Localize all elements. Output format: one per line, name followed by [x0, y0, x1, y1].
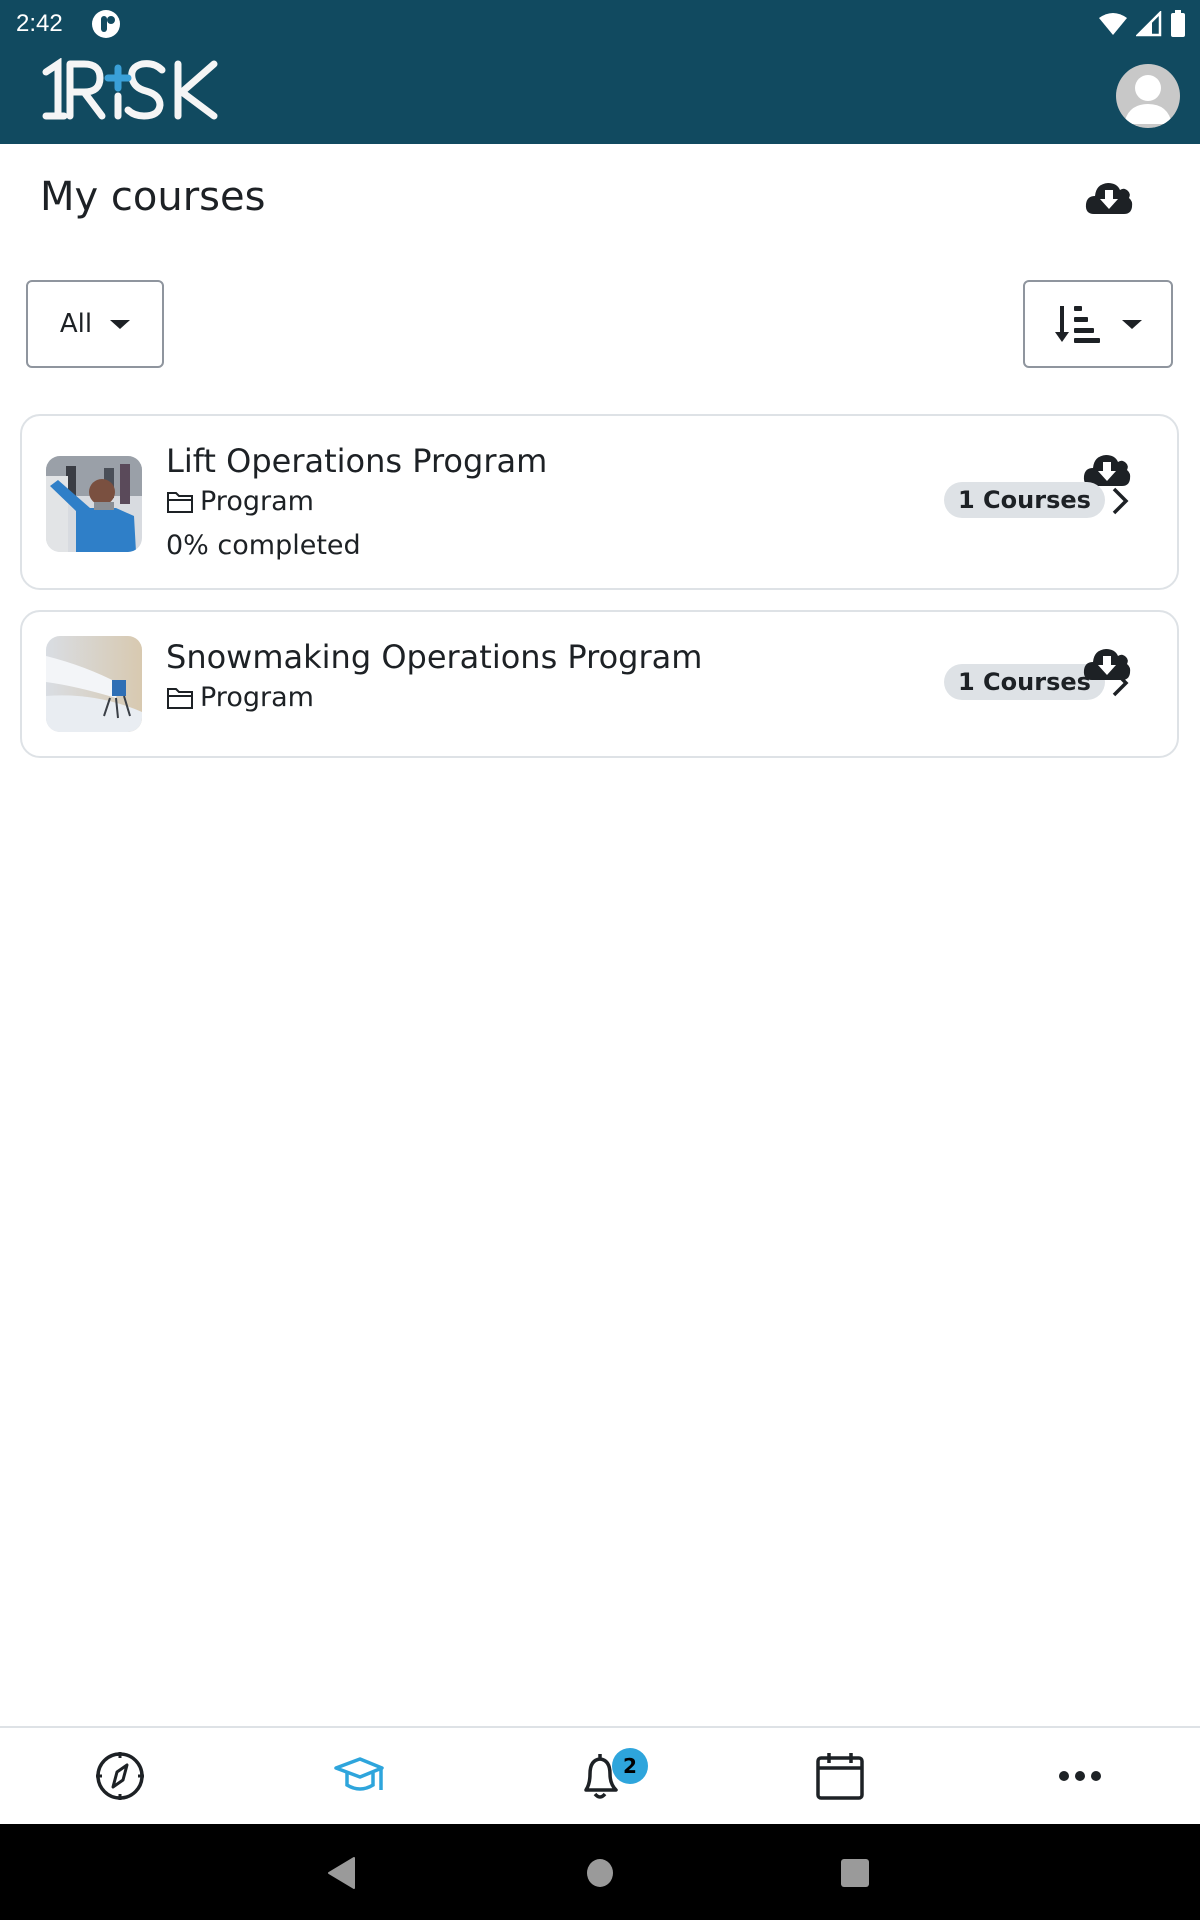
calendar-icon	[816, 1753, 864, 1800]
course-title[interactable]: Snowmaking Operations Program	[166, 638, 702, 676]
graduation-cap-icon	[334, 1757, 384, 1791]
caret-down-icon	[1122, 319, 1142, 329]
sort-dropdown[interactable]	[1023, 280, 1173, 368]
course-type: Program	[166, 486, 314, 517]
user-avatar-button[interactable]	[1116, 64, 1180, 128]
app-header: 2:42	[0, 0, 1200, 144]
course-card[interactable]: Lift Operations Program Program 0% compl…	[20, 414, 1179, 590]
wifi-icon	[1099, 13, 1127, 35]
system-indicators	[1098, 10, 1186, 38]
cloud-download-icon	[1085, 183, 1133, 214]
user-avatar-icon	[1124, 75, 1172, 124]
status-bar: 2:42	[0, 0, 1200, 48]
status-time: 2:42	[16, 10, 63, 37]
course-count-badge: 1 Courses	[944, 482, 1105, 518]
back-icon[interactable]	[326, 1856, 356, 1890]
download-all-button[interactable]	[1084, 178, 1134, 218]
course-title[interactable]: Lift Operations Program	[166, 442, 547, 480]
tab-site-home[interactable]	[0, 1728, 240, 1824]
app-logo	[42, 58, 218, 120]
sort-amount-down-icon	[1055, 306, 1100, 343]
cell-signal-icon	[1136, 11, 1162, 37]
app-notification-icon	[92, 10, 120, 38]
caret-down-icon	[110, 319, 131, 329]
course-thumbnail	[46, 636, 142, 732]
tab-calendar[interactable]	[720, 1728, 960, 1824]
compass-icon	[96, 1752, 144, 1800]
folder-icon	[167, 491, 193, 513]
system-navigation-bar	[0, 1824, 1200, 1920]
notification-count-badge: 2	[612, 1748, 648, 1784]
course-type-label: Program	[200, 682, 314, 713]
status-filter-value: All	[59, 309, 93, 339]
course-type-label: Program	[200, 486, 314, 517]
page-title: My courses	[40, 174, 266, 220]
tab-more[interactable]	[960, 1728, 1200, 1824]
folder-icon	[167, 687, 193, 709]
course-type: Program	[166, 682, 314, 713]
tab-notifications[interactable]: 2	[480, 1728, 720, 1824]
course-thumbnail	[46, 456, 142, 552]
cloud-download-icon	[1083, 649, 1131, 680]
home-icon[interactable]	[586, 1858, 614, 1888]
course-count-badge: 1 Courses	[944, 664, 1105, 700]
battery-icon	[1171, 10, 1185, 37]
tab-my-courses[interactable]	[240, 1728, 480, 1824]
course-progress: 0% completed	[166, 530, 361, 561]
recents-icon[interactable]	[840, 1858, 870, 1888]
course-card[interactable]: Snowmaking Operations Program Program 1 …	[20, 610, 1179, 758]
bottom-tab-bar: 2	[0, 1726, 1200, 1824]
chevron-right-icon[interactable]	[1110, 486, 1130, 516]
course-download-button[interactable]	[1082, 644, 1132, 684]
more-horizontal-icon	[1059, 1771, 1101, 1781]
status-filter-dropdown[interactable]: All	[26, 280, 164, 368]
